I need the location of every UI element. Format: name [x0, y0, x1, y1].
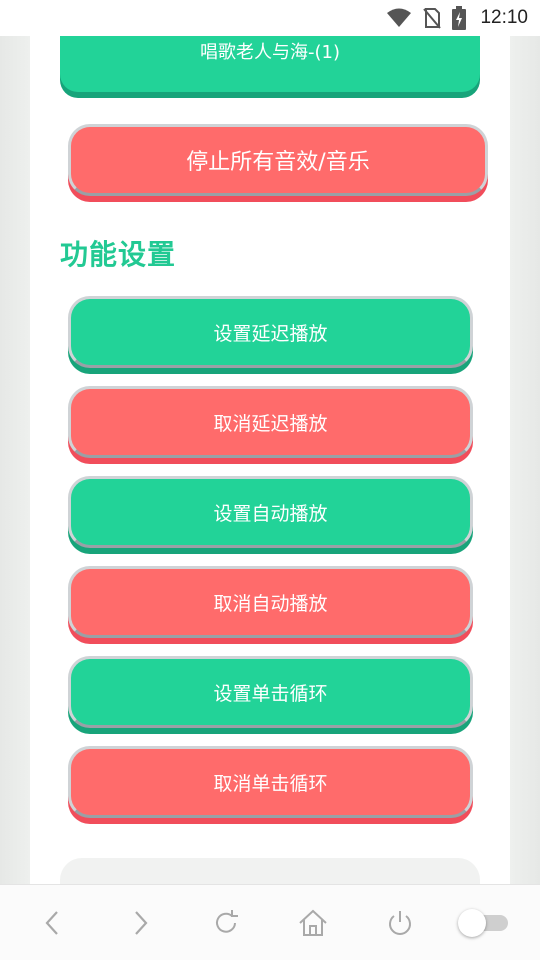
battery-charging-icon [452, 6, 467, 30]
toggle-knob [458, 909, 486, 937]
cancel-delay-play-button[interactable]: 取消延迟播放 [68, 386, 473, 458]
no-sim-icon [423, 8, 442, 29]
stop-all-sounds-button[interactable]: 停止所有音效/音乐 [68, 124, 488, 196]
home-icon [299, 909, 327, 936]
home-button[interactable] [297, 907, 329, 939]
webview[interactable]: 唱歌老人与海-(1) 停止所有音效/音乐 功能设置 设置延迟播放 取消延迟播放 … [0, 36, 540, 884]
cancel-auto-play-button[interactable]: 取消自动播放 [68, 566, 473, 638]
back-icon [45, 911, 58, 935]
wifi-icon [387, 8, 412, 27]
refresh-button[interactable] [210, 907, 242, 939]
bottom-card [60, 858, 480, 884]
song-button-old-man-and-sea[interactable]: 唱歌老人与海-(1) [60, 36, 480, 92]
refresh-icon [216, 910, 238, 933]
set-auto-play-button[interactable]: 设置自动播放 [68, 476, 473, 548]
set-click-loop-button[interactable]: 设置单击循环 [68, 656, 473, 728]
toggle-switch[interactable] [458, 909, 508, 937]
power-button[interactable] [384, 907, 416, 939]
status-bar: 12:10 [0, 0, 540, 36]
set-delay-play-button[interactable]: 设置延迟播放 [68, 296, 473, 368]
cancel-click-loop-button[interactable]: 取消单击循环 [68, 746, 473, 818]
clock: 12:10 [480, 7, 528, 28]
forward-icon [135, 911, 148, 935]
forward-button[interactable] [124, 907, 156, 939]
power-icon [389, 911, 411, 935]
section-title: 功能设置 [60, 238, 177, 271]
bottom-nav-bar [0, 884, 540, 960]
back-button[interactable] [37, 907, 69, 939]
page-content: 唱歌老人与海-(1) 停止所有音效/音乐 功能设置 设置延迟播放 取消延迟播放 … [30, 36, 510, 884]
